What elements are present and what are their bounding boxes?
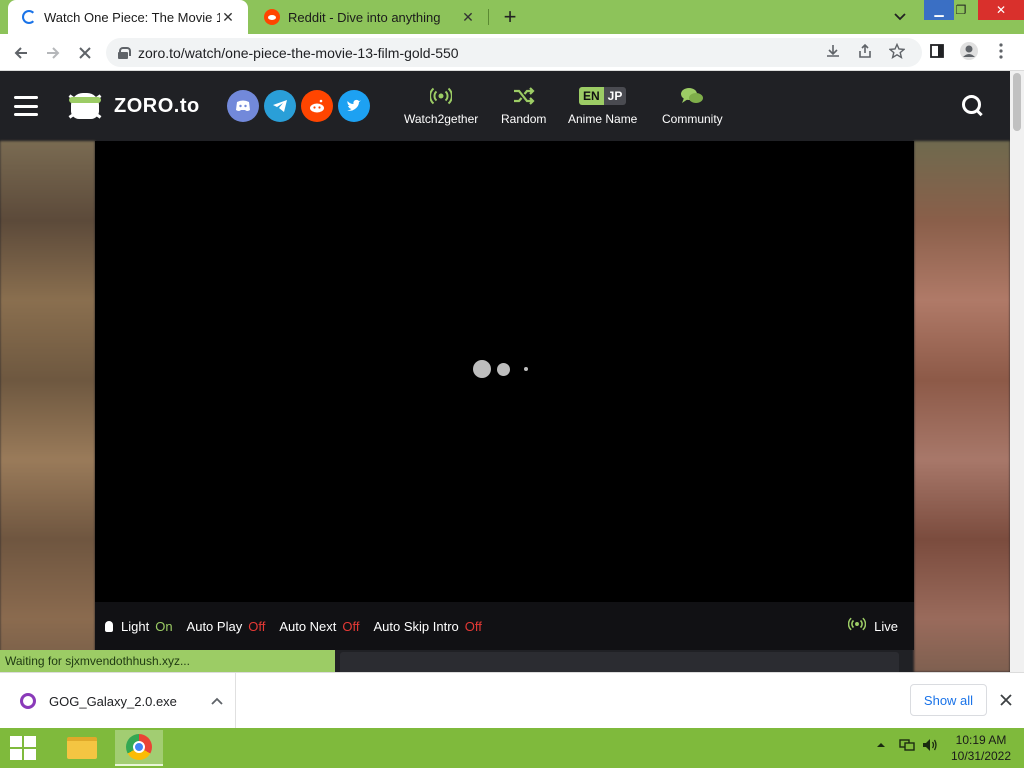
chat-bubbles-icon [680,85,704,107]
live-button[interactable]: Live [847,617,898,636]
blurred-background-right [914,141,1010,672]
network-icon[interactable] [899,738,915,755]
chrome-icon [126,734,152,760]
bookmark-star-icon[interactable] [886,40,908,62]
download-shelf: GOG_Galaxy_2.0.exe Show all [0,672,1024,729]
url-text[interactable]: zoro.to/watch/one-piece-the-movie-13-fil… [138,45,459,61]
page-scrollbar[interactable] [1010,71,1024,672]
tab-search-chevron-icon[interactable] [888,5,912,29]
toggle-label: Auto Play [186,618,243,634]
clock-time: 10:19 AM [955,733,1007,747]
install-app-icon[interactable] [822,40,844,62]
web-page: ZORO.to Watch2gether Random EN JP Anime … [0,71,1010,672]
toggle-auto-skip-intro[interactable]: Auto Skip Intro Off [374,619,482,634]
broadcast-icon [430,85,453,107]
loading-dots-icon [473,360,528,378]
broadcast-icon [847,617,867,636]
browser-status-bubble: Waiting for sjxmvendothhush.xyz... [0,650,335,672]
show-all-button[interactable]: Show all [910,684,987,716]
nav-community[interactable]: Community [662,85,723,126]
toggle-label: Auto Next [279,618,337,634]
language-toggle-icon: EN JP [579,85,627,107]
site-header: ZORO.to Watch2gether Random EN JP Anime … [0,71,1010,141]
toggle-state: Off [248,618,266,634]
tab-reddit[interactable]: Reddit - Dive into anything ✕ [250,0,488,34]
browser-tab-strip: Watch One Piece: The Movie 13 ✕ Reddit -… [0,0,1024,34]
toggle-auto-play[interactable]: Auto Play Off [187,619,266,634]
stop-loading-icon[interactable] [72,40,98,66]
logo-text: ZORO.to [114,94,200,117]
reddit-icon [264,9,280,25]
chevron-up-icon[interactable] [211,694,235,708]
chrome-taskbar-button[interactable] [115,730,163,766]
nav-label: Anime Name [568,112,638,126]
window-restore-button[interactable]: ❐ [946,0,976,20]
scrollbar-thumb[interactable] [1013,73,1021,131]
system-clock[interactable]: 10:19 AM 10/31/2022 [946,732,1016,764]
lang-en[interactable]: EN [579,87,604,105]
search-icon[interactable] [962,95,984,117]
profile-avatar-icon[interactable] [958,40,980,62]
lightbulb-icon [105,620,113,632]
player-controls-bar: Light On Auto Play Off Auto Next Off Aut… [95,602,914,650]
forward-arrow-icon[interactable] [40,40,66,66]
download-item[interactable]: GOG_Galaxy_2.0.exe [0,673,236,729]
side-panel-icon[interactable] [926,40,948,62]
window-close-button[interactable]: ✕ [978,0,1024,20]
back-arrow-icon[interactable] [8,40,34,66]
straw-hat-skull-icon [64,85,106,127]
nav-label: Community [662,112,723,126]
blurred-background-left [0,141,95,672]
browser-menu-icon[interactable] [990,40,1012,62]
nav-anime-name[interactable]: EN JP Anime Name [568,85,637,126]
nav-random[interactable]: Random [501,85,546,126]
toggle-auto-next[interactable]: Auto Next Off [279,619,359,634]
new-tab-button[interactable]: + [498,4,522,29]
toggle-state: Off [342,618,360,634]
video-player[interactable] [95,141,914,602]
discord-icon[interactable] [227,90,259,122]
site-logo[interactable]: ZORO.to [64,85,200,127]
toggle-state: On [155,618,173,634]
browser-toolbar: zoro.to/watch/one-piece-the-movie-13-fil… [0,34,1024,71]
tab-close-icon[interactable]: ✕ [220,9,236,25]
share-icon[interactable] [854,40,876,62]
toggle-label: Light [121,618,150,634]
gog-galaxy-icon [20,693,36,709]
hamburger-menu-icon[interactable] [14,96,38,116]
live-label: Live [874,618,898,634]
tab-title: Watch One Piece: The Movie 13 [44,9,220,25]
telegram-icon[interactable] [264,90,296,122]
lock-icon[interactable] [118,46,131,59]
tab-close-icon[interactable]: ✕ [460,9,476,25]
download-filename: GOG_Galaxy_2.0.exe [49,693,177,709]
clock-date: 10/31/2022 [950,749,1012,763]
nav-label: Watch2gether [404,112,479,126]
file-explorer-taskbar-button[interactable] [58,730,106,766]
folder-icon [67,737,97,759]
lang-jp[interactable]: JP [603,87,627,105]
windows-taskbar: 10:19 AM 10/31/2022 [0,728,1024,768]
shuffle-icon [513,85,535,107]
tab-watch-one-piece[interactable]: Watch One Piece: The Movie 13 ✕ [8,0,248,34]
nav-watch2gether[interactable]: Watch2gether [404,85,478,126]
episode-panel [340,652,899,672]
volume-icon[interactable] [922,738,938,755]
toggle-light[interactable]: Light On [105,619,173,634]
loading-spinner-icon [22,10,36,24]
toggle-label: Auto Skip Intro [373,618,459,634]
windows-start-icon[interactable] [10,736,38,760]
twitter-icon[interactable] [338,90,370,122]
reddit-icon[interactable] [301,90,333,122]
nav-label: Random [501,112,547,126]
toggle-state: Off [464,618,482,634]
tab-title: Reddit - Dive into anything [288,9,441,25]
show-hidden-icons-chevron-icon[interactable] [876,738,886,752]
tab-divider [488,9,489,25]
close-shelf-icon[interactable] [996,690,1016,710]
address-bar[interactable]: zoro.to/watch/one-piece-the-movie-13-fil… [106,38,922,67]
